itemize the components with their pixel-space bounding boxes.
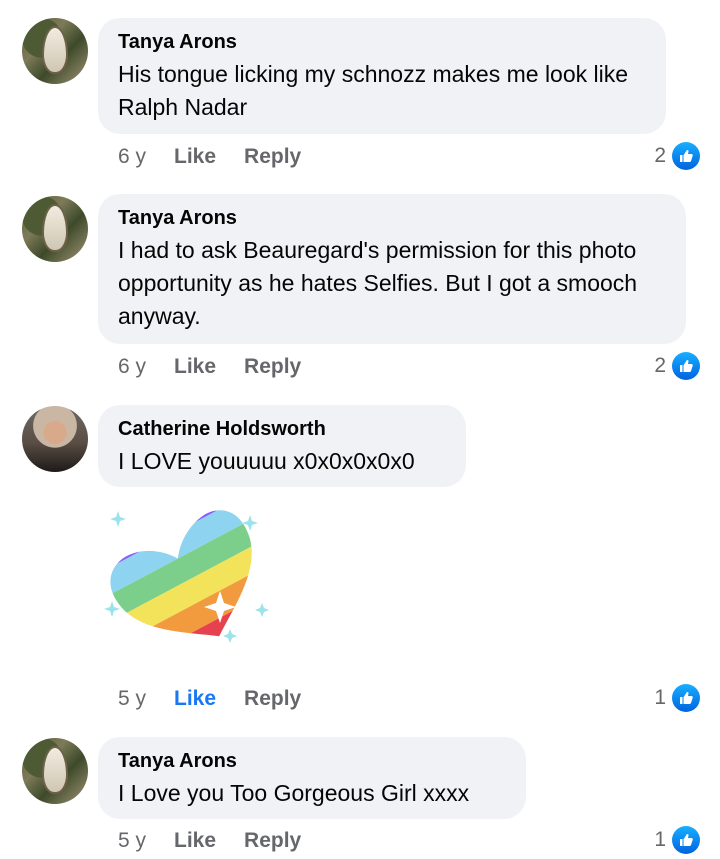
comment-age[interactable]: 6 y [118, 355, 146, 379]
comment-age[interactable]: 5 y [118, 829, 146, 853]
thumbs-up-icon [672, 142, 700, 170]
thumbs-up-icon [672, 826, 700, 854]
comment-actions: 5 y Like Reply [118, 829, 301, 853]
reply-button[interactable]: Reply [244, 829, 301, 853]
reaction-summary[interactable]: 1 [654, 826, 700, 854]
reaction-count: 1 [654, 828, 666, 851]
thumbs-up-icon [672, 684, 700, 712]
comment-actions: 6 y Like Reply [118, 145, 301, 169]
reply-button[interactable]: Reply [244, 145, 301, 169]
comment-actions: 6 y Like Reply [118, 355, 301, 379]
avatar[interactable] [22, 406, 88, 472]
comment-age[interactable]: 5 y [118, 687, 146, 711]
comment-bubble: Tanya Arons His tongue licking my schnoz… [98, 18, 666, 134]
comment-text: I LOVE youuuuu x0x0x0x0x0 [118, 448, 415, 474]
like-button[interactable]: Like [174, 687, 216, 711]
like-button[interactable]: Like [174, 355, 216, 379]
thumbs-up-icon [672, 352, 700, 380]
avatar[interactable] [22, 18, 88, 84]
reaction-summary[interactable]: 2 [654, 352, 700, 380]
reaction-count: 2 [654, 354, 666, 377]
reaction-summary[interactable]: 2 [654, 142, 700, 170]
comment-author[interactable]: Tanya Arons [118, 30, 646, 54]
comment-bubble: Tanya Arons I Love you Too Gorgeous Girl… [98, 737, 526, 819]
like-button[interactable]: Like [174, 829, 216, 853]
reaction-summary[interactable]: 1 [654, 684, 700, 712]
reaction-count: 2 [654, 144, 666, 167]
avatar[interactable] [22, 196, 88, 262]
reply-button[interactable]: Reply [244, 687, 301, 711]
like-button[interactable]: Like [174, 145, 216, 169]
comment-text: His tongue licking my schnozz makes me l… [118, 61, 629, 120]
comment-bubble: Tanya Arons I had to ask Beauregard's pe… [98, 194, 686, 344]
comment-age[interactable]: 6 y [118, 145, 146, 169]
comment-author[interactable]: Tanya Arons [118, 206, 666, 230]
comment-author[interactable]: Catherine Holdsworth [118, 417, 446, 441]
reply-button[interactable]: Reply [244, 355, 301, 379]
rainbow-heart-sticker[interactable] [104, 505, 280, 655]
avatar[interactable] [22, 738, 88, 804]
reaction-count: 1 [654, 686, 666, 709]
comment-text: I Love you Too Gorgeous Girl xxxx [118, 780, 470, 806]
comment-actions: 5 y Like Reply [118, 687, 301, 711]
comment-text: I had to ask Beauregard's permission for… [118, 237, 638, 329]
comment-author[interactable]: Tanya Arons [118, 749, 506, 773]
comment-bubble: Catherine Holdsworth I LOVE youuuuu x0x0… [98, 405, 466, 487]
